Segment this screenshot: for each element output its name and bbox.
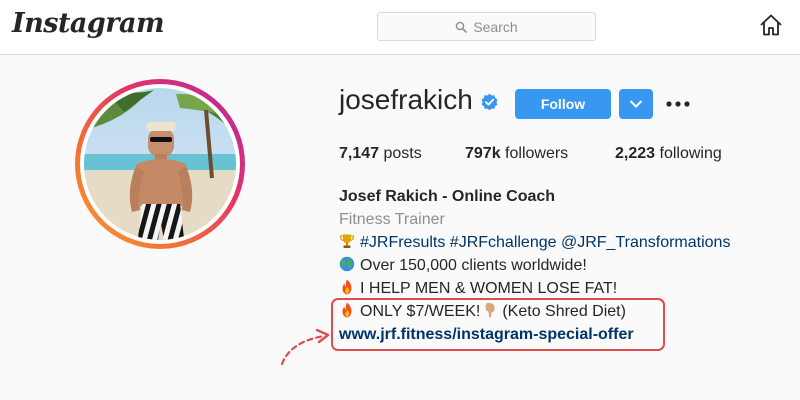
more-options-icon[interactable] bbox=[666, 100, 690, 108]
profile-avatar[interactable] bbox=[75, 79, 245, 249]
search-input[interactable]: Search bbox=[377, 12, 596, 41]
posts-value: 7,147 bbox=[339, 145, 380, 162]
bio-line-hashtags: #JRFresults #JRFchallenge @JRF_Transform… bbox=[339, 231, 730, 254]
bio-line-help: I HELP MEN & WOMEN LOSE FAT! bbox=[339, 277, 617, 300]
verified-badge-icon bbox=[481, 93, 498, 111]
bio-hashtags-mentions[interactable]: #JRFresults #JRFchallenge @JRF_Transform… bbox=[360, 234, 730, 251]
bio-clients-text: Over 150,000 clients worldwide! bbox=[360, 257, 587, 274]
profile-full-name: Josef Rakich - Online Coach bbox=[339, 188, 556, 205]
bio-line-clients: Over 150,000 clients worldwide! bbox=[339, 254, 587, 277]
top-navigation-bar: Instagram Search bbox=[0, 0, 800, 55]
bio-help-text: I HELP MEN & WOMEN LOSE FAT! bbox=[360, 280, 618, 297]
profile-username: josefrakich bbox=[339, 84, 473, 115]
posts-label: posts bbox=[383, 145, 422, 162]
following-value: 2,223 bbox=[615, 145, 656, 162]
followers-value: 797k bbox=[465, 145, 501, 162]
followers-count[interactable]: 797k followers bbox=[465, 145, 568, 163]
chevron-down-icon bbox=[630, 100, 642, 108]
profile-photo bbox=[84, 88, 236, 240]
search-icon bbox=[456, 21, 468, 33]
profile-category: Fitness Trainer bbox=[339, 211, 445, 228]
offer-highlight-box bbox=[331, 298, 665, 351]
posts-count: 7,147 posts bbox=[339, 145, 422, 163]
annotation-arrow-icon bbox=[280, 328, 330, 366]
followers-label: followers bbox=[505, 145, 569, 162]
fire-icon bbox=[342, 279, 352, 295]
instagram-logo[interactable]: Instagram bbox=[12, 8, 165, 39]
following-label: following bbox=[659, 145, 722, 162]
following-count[interactable]: 2,223 following bbox=[615, 145, 722, 163]
trophy-icon bbox=[339, 234, 355, 248]
globe-icon bbox=[339, 256, 355, 272]
search-placeholder: Search bbox=[473, 18, 518, 35]
follow-button[interactable]: Follow bbox=[515, 89, 611, 119]
suggested-dropdown-button[interactable] bbox=[619, 89, 653, 119]
home-icon[interactable] bbox=[759, 13, 783, 37]
